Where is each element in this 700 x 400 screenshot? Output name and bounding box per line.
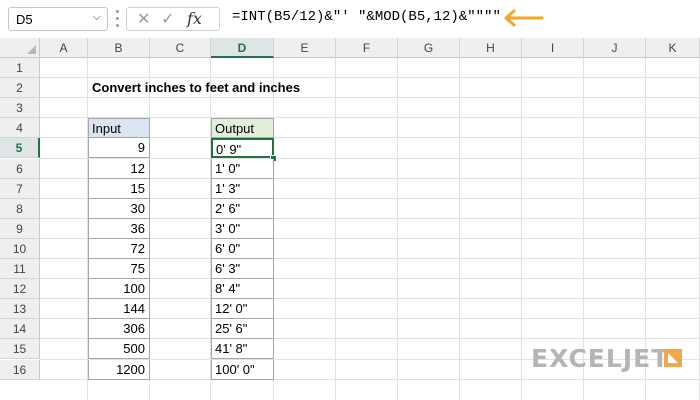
output-cell[interactable]: 100' 0" [211,359,274,380]
column-header-a[interactable]: A [40,38,88,58]
input-cell[interactable]: 72 [88,238,150,259]
row-header-4[interactable]: 4 [0,118,40,139]
active-cell[interactable]: 0' 9" [211,138,274,159]
column-header-f[interactable]: F [336,38,398,58]
column-header-e[interactable]: E [274,38,336,58]
input-cell[interactable]: 306 [88,319,150,340]
row-header-5[interactable]: 5 [0,138,40,159]
output-cell[interactable]: 12' 0" [211,299,274,320]
input-cell[interactable]: 30 [88,198,150,219]
row-header-7[interactable]: 7 [0,178,40,199]
input-cell[interactable]: 12 [88,158,150,179]
input-header-cell[interactable]: Input [88,118,150,139]
arrow-left-icon [504,9,544,27]
gridline-vertical [335,58,336,400]
gridline-vertical [459,58,460,400]
input-cell[interactable]: 1200 [88,359,150,380]
formula-input[interactable]: =INT(B5/12)&"' "&MOD(B5,12)&"""" [232,9,501,25]
drag-handle-icon[interactable] [116,10,120,28]
name-box-value: D5 [16,12,33,27]
sheet-title: Convert inches to feet and inches [92,80,301,96]
input-cell[interactable]: 75 [88,259,150,280]
output-cell[interactable]: 6' 0" [211,238,274,259]
input-cell[interactable]: 100 [88,279,150,300]
output-cell[interactable]: 1' 0" [211,158,274,179]
input-cell[interactable]: 9 [88,138,150,159]
exceljet-logo-mark-icon [664,349,682,367]
output-cell[interactable]: 1' 3" [211,178,274,199]
insert-function-button[interactable]: fx [187,9,202,28]
gridline-vertical [397,58,398,400]
row-header-14[interactable]: 14 [0,319,40,340]
formula-bar: D5 ⌵ ✕ ✓ fx =INT(B5/12)&"' "&MOD(B5,12)&… [0,0,700,39]
x-icon[interactable]: ✕ [137,9,150,29]
row-header-1[interactable]: 1 [0,58,40,79]
column-header-d[interactable]: D [211,38,274,58]
output-cell[interactable]: 8' 4" [211,279,274,300]
output-cell[interactable]: 2' 6" [211,198,274,219]
row-header-2[interactable]: 2 [0,78,40,99]
column-header-c[interactable]: C [150,38,211,58]
row-header-8[interactable]: 8 [0,198,40,219]
gridline-vertical [521,58,522,400]
name-box[interactable]: D5 ⌵ [8,7,108,31]
column-header-h[interactable]: H [460,38,522,58]
exceljet-logo: EXCELJET [531,344,670,373]
input-cell[interactable]: 144 [88,299,150,320]
column-header-b[interactable]: B [88,38,150,58]
input-cell[interactable]: 36 [88,218,150,239]
input-cell[interactable]: 500 [88,339,150,360]
row-header-11[interactable]: 11 [0,259,40,280]
output-cell[interactable]: 41' 8" [211,339,274,360]
output-cell[interactable]: 6' 3" [211,259,274,280]
output-header-cell[interactable]: Output [211,118,274,139]
select-all-icon [27,45,36,54]
column-header-k[interactable]: K [646,38,700,58]
row-header-15[interactable]: 15 [0,339,40,360]
output-cell[interactable]: 25' 6" [211,319,274,340]
row-header-6[interactable]: 6 [0,158,40,179]
row-header-3[interactable]: 3 [0,98,40,119]
column-header-j[interactable]: J [584,38,646,58]
row-header-12[interactable]: 12 [0,279,40,300]
row-header-16[interactable]: 16 [0,359,40,380]
select-all-button[interactable] [0,38,40,58]
input-cell[interactable]: 15 [88,178,150,199]
output-cell[interactable]: 3' 0" [211,218,274,239]
row-header-13[interactable]: 13 [0,299,40,320]
row-header-10[interactable]: 10 [0,238,40,259]
column-header-g[interactable]: G [398,38,460,58]
chevron-down-icon[interactable]: ⌵ [93,11,101,24]
column-header-i[interactable]: I [522,38,584,58]
formula-buttons: ✕ ✓ fx [126,7,220,31]
row-header-9[interactable]: 9 [0,218,40,239]
check-icon[interactable]: ✓ [161,9,174,29]
